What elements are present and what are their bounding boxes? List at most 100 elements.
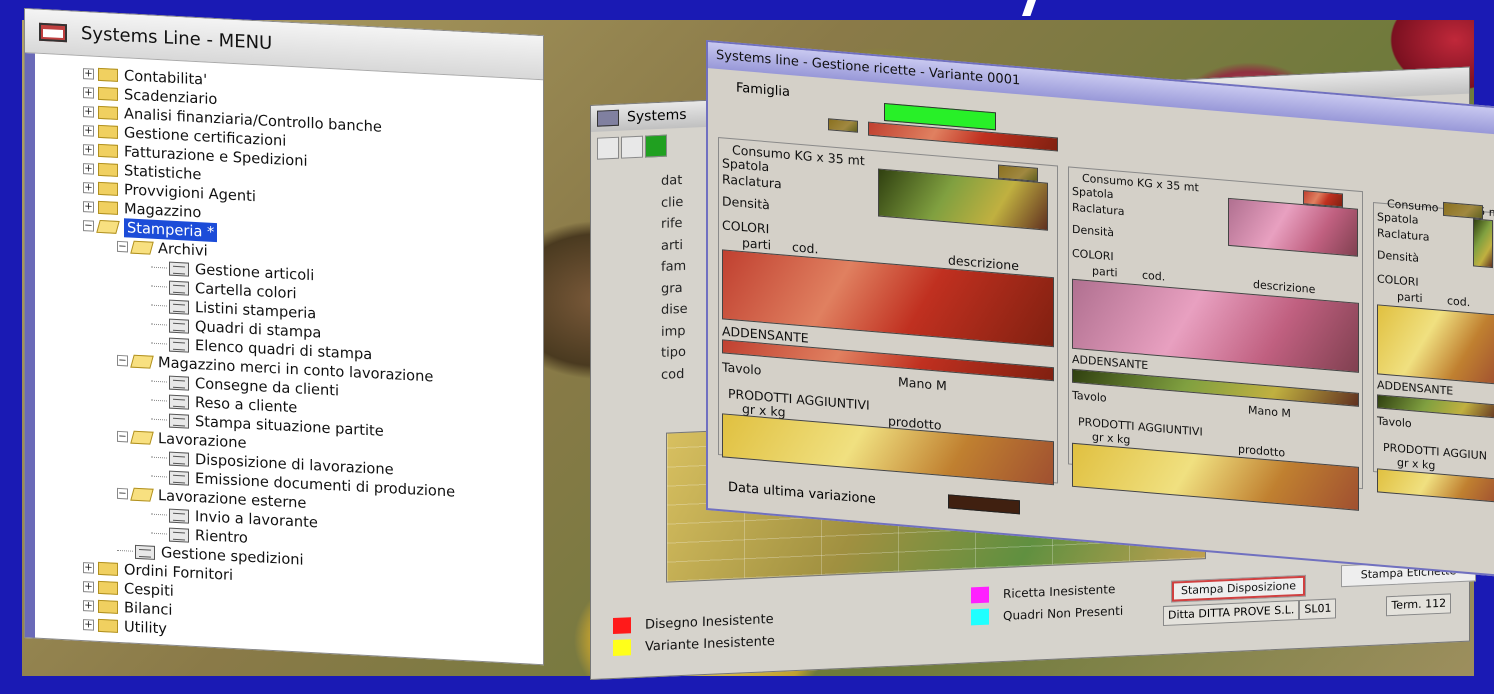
blue-border-bottom — [0, 676, 1494, 694]
tree-connector — [117, 549, 133, 552]
expand-icon[interactable]: + — [83, 68, 94, 80]
blue-border-top — [0, 0, 1494, 20]
expand-icon[interactable]: + — [83, 106, 94, 118]
tavolo-label: Tavolo — [1377, 414, 1412, 431]
blue-border-left — [0, 0, 22, 694]
window-icon — [39, 22, 67, 42]
collapse-icon[interactable]: − — [117, 487, 128, 500]
systems-title: Systems — [627, 106, 687, 126]
parti-label: parti — [1397, 290, 1423, 306]
folder-open-icon — [130, 430, 154, 445]
expand-icon[interactable]: + — [83, 144, 94, 156]
tree-node-label: Utility — [124, 618, 167, 638]
tree-connector — [151, 475, 167, 478]
tree-connector — [151, 342, 167, 345]
expand-icon[interactable]: + — [83, 163, 94, 175]
go-arrow-icon[interactable] — [645, 134, 667, 158]
menu-window: Systems Line - MENU + Contabilita' + Scaden… — [24, 8, 544, 666]
toolbar-button-2[interactable] — [621, 135, 643, 159]
spatola-preview[interactable] — [1473, 218, 1493, 269]
legend-swatch — [971, 608, 989, 626]
expand-icon[interactable]: + — [83, 562, 94, 574]
document-icon — [169, 375, 189, 391]
field-label: clie — [661, 194, 684, 211]
toolbar-button-1[interactable] — [597, 136, 619, 160]
tree-connector — [151, 399, 167, 402]
folder-icon — [98, 580, 118, 595]
collapse-icon[interactable]: − — [117, 354, 128, 367]
tree-connector — [151, 323, 167, 326]
recipe-window: Systems line - Gestione ricette - Varian… — [706, 40, 1494, 577]
parti-label: parti — [742, 235, 772, 253]
document-icon — [169, 280, 189, 296]
legend-swatch — [613, 617, 631, 634]
colori-grid[interactable] — [1377, 304, 1494, 385]
tavolo-label: Tavolo — [722, 359, 762, 378]
folder-icon — [98, 124, 118, 139]
status-term: Term. 112 — [1386, 593, 1452, 617]
expand-icon[interactable]: + — [83, 600, 94, 612]
field-label: dise — [661, 301, 688, 318]
tavolo-label: Tavolo — [1072, 388, 1107, 405]
field-label: tipo — [661, 344, 686, 361]
document-icon — [169, 470, 189, 486]
tree-connector — [151, 285, 167, 288]
cod-label: cod. — [1142, 268, 1166, 284]
folder-icon — [98, 181, 118, 196]
expand-icon[interactable]: + — [83, 87, 94, 99]
expand-icon[interactable]: + — [83, 201, 94, 213]
data-ultima-field[interactable] — [948, 494, 1020, 515]
tree-node-label: Cespiti — [124, 580, 174, 600]
expand-icon[interactable]: + — [83, 619, 94, 631]
document-icon — [169, 527, 189, 543]
collapse-icon[interactable]: − — [117, 430, 128, 443]
document-icon — [169, 299, 189, 315]
tree-connector — [151, 380, 167, 383]
folder-icon — [98, 599, 118, 614]
folder-open-icon — [130, 240, 154, 255]
stampa-disposizione-button[interactable]: Stampa Disposizione — [1171, 574, 1306, 603]
folder-icon — [98, 67, 118, 82]
data-ultima-label: Data ultima variazione — [728, 479, 876, 508]
legend-swatch — [971, 586, 989, 604]
document-icon — [169, 261, 189, 277]
folder-icon — [98, 200, 118, 215]
collapse-icon[interactable]: − — [117, 240, 128, 253]
folder-icon — [98, 105, 118, 120]
famiglia-label: Famiglia — [736, 80, 790, 101]
folder-icon — [98, 561, 118, 576]
collapse-icon[interactable]: − — [83, 220, 94, 232]
legend-left: Disegno Inesistente Variante Inesistente — [613, 608, 775, 659]
document-icon — [169, 337, 189, 353]
folder-open-icon — [96, 219, 120, 234]
field-label: imp — [661, 323, 686, 340]
field-labels: dat clie rife arti fam gra dise imp tipo cod — [661, 170, 688, 386]
tree-node-label: Bilanci — [124, 599, 173, 619]
status-code: SL01 — [1299, 598, 1337, 621]
tree-connector — [151, 456, 167, 459]
tree-connector — [151, 513, 167, 516]
field-label: dat — [661, 172, 683, 189]
field-label: gra — [661, 280, 683, 297]
expand-icon[interactable]: + — [83, 182, 94, 194]
document-icon — [169, 318, 189, 334]
expand-icon[interactable]: + — [83, 125, 94, 137]
legend-label: Variante Inesistente — [645, 633, 775, 655]
tree-connector — [151, 532, 167, 535]
document-icon — [169, 394, 189, 410]
menu-tree: + Contabilita' + Scadenziario + Analisi finan… — [83, 64, 455, 654]
tree-connector — [151, 418, 167, 421]
legend-label: Ricetta Inesistente — [1003, 582, 1116, 601]
folder-icon — [98, 162, 118, 177]
parti-label: parti — [1092, 264, 1118, 280]
field-label: cod — [661, 366, 685, 383]
folder-icon — [98, 86, 118, 101]
tree-node-label: Archivi — [158, 240, 208, 260]
expand-icon[interactable]: + — [83, 581, 94, 593]
legend-swatch — [613, 639, 631, 656]
document-icon — [169, 451, 189, 467]
document-icon — [169, 413, 189, 429]
status-ditta: Ditta DITTA PROVE S.L. — [1163, 600, 1300, 626]
folder-open-icon — [130, 354, 154, 369]
legend-label: Quadri Non Presenti — [1003, 603, 1124, 623]
